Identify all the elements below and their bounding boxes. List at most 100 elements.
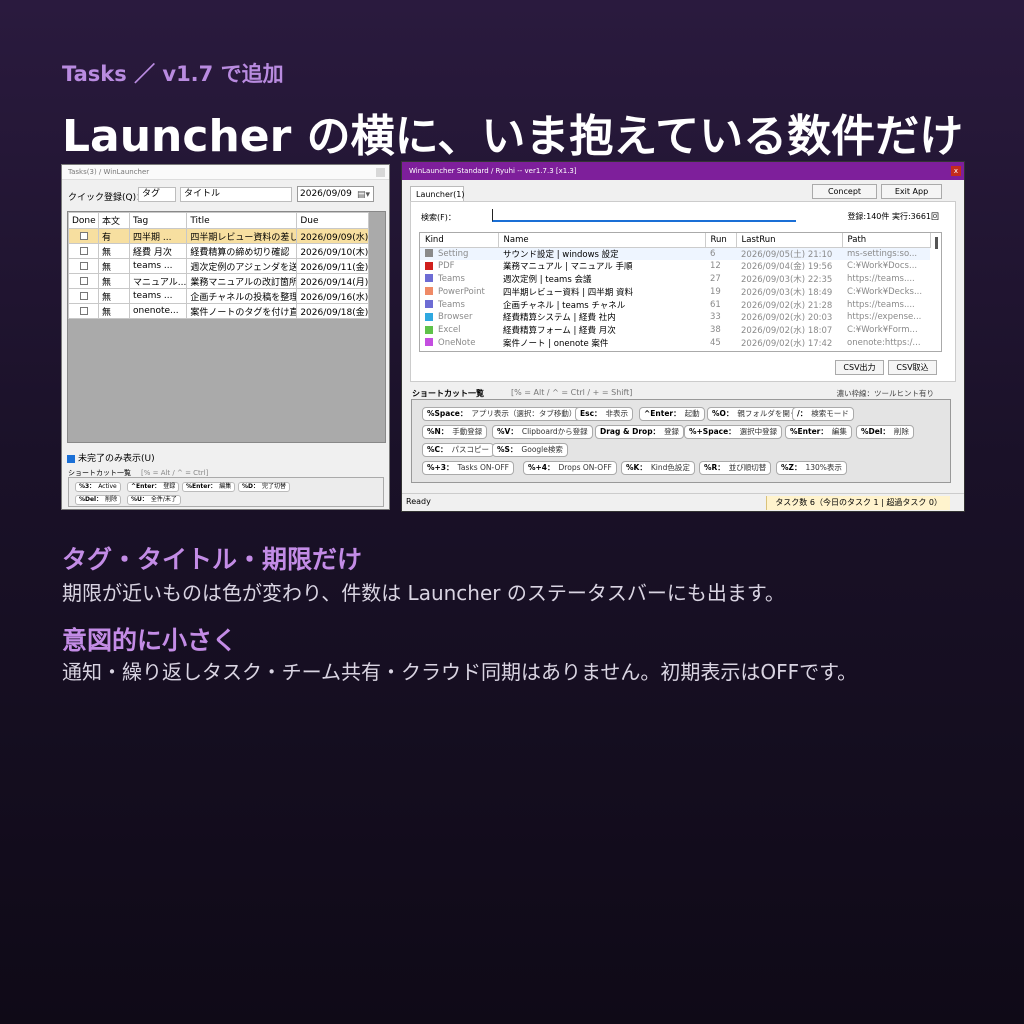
quick-add-row: クイック登録(Q)： タグ タイトル 2026/09/09 ▤▾: [68, 185, 383, 205]
col-due[interactable]: Due: [296, 212, 370, 229]
feature-text-2: 通知・繰り返しタスク・チーム共有・クラウド同期はありません。初期表示はOFFです…: [62, 660, 858, 684]
undone-only-toggle[interactable]: 未完了のみ表示(U): [67, 451, 155, 464]
checkbox-icon[interactable]: [79, 231, 88, 240]
shortcut-desc: 並び順切替: [728, 463, 767, 472]
kind-label: PDF: [438, 261, 455, 272]
tab-launcher[interactable]: Launcher(1): [410, 186, 465, 202]
launcher-lastrun-cell: 2026/09/04(金) 19:56: [741, 262, 833, 273]
csv-import-button[interactable]: CSV取込: [888, 360, 937, 375]
launcher-row[interactable]: Setting サウンド設定 | windows 設定 6 2026/09/05(土)…: [420, 247, 930, 260]
kind-color-swatch: [425, 300, 433, 309]
launcher-row[interactable]: PDF 業務マニュアル | マニュアル 手順 12 2026/09/04(金) 19:…: [420, 260, 930, 273]
task-due-cell: 2026/09/14(月): [296, 273, 370, 289]
task-row[interactable]: 無マニュアル... 業務マニュアルの改訂箇所... 2026/09/14(月): [68, 273, 370, 289]
col-run[interactable]: Run: [705, 233, 737, 248]
task-title-cell: 週次定例のアジェンダを送る: [186, 258, 298, 274]
task-row[interactable]: 無 teams ... 企画チャネルの投稿を整理 2026/09/16(水): [68, 288, 370, 304]
search-input[interactable]: [492, 209, 796, 222]
shortcut-key-label: %S：: [497, 445, 518, 454]
task-tag-cell: onenote...: [128, 303, 188, 319]
task-row[interactable]: 無 teams ... 週次定例のアジェンダを送る 2026/09/11(金): [68, 258, 370, 274]
grid-scrollbar[interactable]: [935, 237, 938, 249]
task-row[interactable]: 無経費 月次 経費精算の締め切り確認 2026/09/10(木): [68, 243, 370, 259]
col-done[interactable]: Done: [68, 212, 99, 229]
kind-color-swatch: [425, 261, 433, 270]
col-tag[interactable]: Tag: [128, 212, 188, 229]
task-row[interactable]: 無 onenote... 案件ノートのタグを付け直す 2026/09/18(金): [68, 303, 370, 319]
checkbox-icon[interactable]: [79, 261, 88, 270]
csv-export-button[interactable]: CSV出力: [835, 360, 884, 375]
launcher-close-button[interactable]: x: [951, 166, 961, 176]
col-path[interactable]: Path: [842, 233, 931, 248]
kind-color-swatch: [425, 274, 433, 283]
shortcut-desc: 完了切替: [262, 483, 287, 490]
col-body[interactable]: 本文: [98, 212, 130, 229]
status-bar: Ready タスク数 6（今日のタスク 1 | 超過タスク 0）: [402, 493, 964, 511]
col-lastrun[interactable]: LastRun: [736, 233, 843, 248]
task-title-cell: 企画チャネルの投稿を整理: [186, 288, 298, 304]
kind-color-swatch: [425, 312, 433, 321]
shortcut-key-label: %Enter：: [186, 483, 217, 490]
launcher-lastrun-cell: 2026/09/02(水) 17:42: [741, 338, 833, 349]
kind-label: PowerPoint: [438, 286, 485, 297]
launcher-path-cell: https://teams....: [847, 299, 915, 310]
due-date-picker[interactable]: 2026/09/09 ▤▾: [297, 186, 374, 202]
shortcut-key-label: %+3：: [427, 463, 454, 472]
concept-button[interactable]: Concept: [812, 184, 877, 199]
kind-color-swatch: [425, 325, 433, 334]
shortcut-desc: 編集: [831, 427, 847, 436]
shortcut-key-label: %K：: [626, 463, 647, 472]
kind-label: Teams: [438, 273, 465, 284]
task-done-cell[interactable]: [68, 243, 99, 259]
launcher-kind-cell: Excel: [420, 324, 498, 337]
launcher-shortcut-title: ショートカット一覧: [412, 389, 484, 398]
checkbox-icon[interactable]: [79, 306, 88, 315]
task-done-cell[interactable]: [68, 228, 99, 244]
launcher-row[interactable]: Teams 週次定例 | teams 会議 27 2026/09/03(木) 22:3…: [420, 273, 930, 286]
shortcut-key-label: %+Space：: [689, 427, 736, 436]
task-tag-cell: マニュアル...: [128, 273, 188, 289]
status-task-count: タスク数 6（今日のタスク 1 | 超過タスク 0）: [766, 496, 950, 510]
shortcut-key-label: %Del：: [861, 427, 890, 436]
task-done-cell[interactable]: [68, 258, 99, 274]
checkbox-checked-icon[interactable]: [67, 454, 75, 463]
launcher-shortcut-key: Esc： 非表示: [575, 407, 634, 421]
task-done-cell[interactable]: [68, 303, 99, 319]
shortcut-key-label: %+4：: [528, 463, 555, 472]
exit-app-button[interactable]: Exit App: [881, 184, 942, 199]
task-body-cell: 無: [98, 258, 130, 274]
shortcut-key-label: %R：: [704, 463, 725, 472]
col-kind[interactable]: Kind: [420, 233, 499, 248]
shortcut-desc: Drops ON-OFF: [558, 463, 612, 472]
task-done-cell[interactable]: [68, 273, 99, 289]
checkbox-icon[interactable]: [79, 291, 88, 300]
shortcut-desc: 親フォルダを開く: [737, 409, 798, 418]
launcher-name-cell: 週次定例 | teams 会議: [503, 274, 592, 285]
tag-input[interactable]: タグ: [138, 187, 176, 202]
shortcut-key-label: %3：: [79, 483, 96, 490]
task-done-cell[interactable]: [68, 288, 99, 304]
col-title[interactable]: Title: [186, 212, 298, 229]
title-input[interactable]: タイトル: [180, 187, 292, 202]
launcher-row[interactable]: PowerPoint 四半期レビュー資料 | 四半期 資料 19 2026/09/03…: [420, 285, 930, 298]
launcher-row[interactable]: Teams 企画チャネル | teams チャネル 61 2026/09/02(水) …: [420, 298, 930, 311]
launcher-lastrun-cell: 2026/09/02(水) 21:28: [741, 300, 833, 311]
launcher-row[interactable]: OneNote 案件ノート | onenote 案件 45 2026/09/02(水)…: [420, 337, 930, 350]
shortcut-key-label: %O：: [712, 409, 734, 418]
col-name[interactable]: Name: [498, 233, 706, 248]
checkbox-icon[interactable]: [79, 246, 88, 255]
launcher-shortcut-key: /： 検索モード: [792, 407, 854, 421]
launcher-row[interactable]: Excel 経費精算フォーム | 経費 月次 38 2026/09/02(水) 18:…: [420, 324, 930, 337]
launcher-name-cell: 企画チャネル | teams チャネル: [503, 300, 626, 311]
task-body-cell: 無: [98, 288, 130, 304]
task-row[interactable]: 有四半期 ... 四半期レビュー資料の差し... 2026/09/09(水): [68, 228, 370, 244]
calendar-icon[interactable]: ▤▾: [357, 188, 370, 202]
launcher-row[interactable]: Browser 経費精算システム | 経費 社内 33 2026/09/02(水) 2…: [420, 311, 930, 324]
shortcut-desc: 編集: [219, 483, 232, 490]
task-due-cell: 2026/09/11(金): [296, 258, 370, 274]
tasks-window-close-button[interactable]: [376, 168, 385, 177]
launcher-path-cell: C:¥Work¥Form...: [847, 325, 918, 336]
shortcut-key-label: %Enter：: [790, 427, 828, 436]
launcher-run-cell: 12: [710, 261, 721, 272]
checkbox-icon[interactable]: [79, 276, 88, 285]
